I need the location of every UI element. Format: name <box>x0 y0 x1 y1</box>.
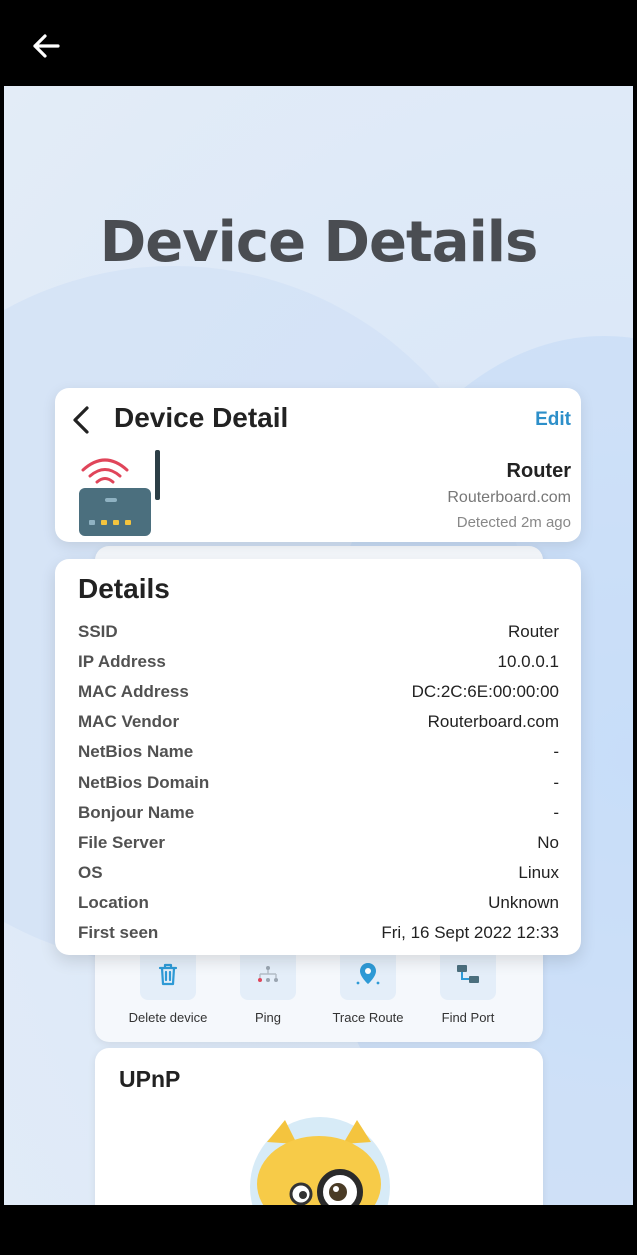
trace-route-button[interactable]: Trace Route <box>318 948 418 1025</box>
detail-row-ssid: SSID Router <box>78 617 559 647</box>
network-port-icon <box>440 948 496 1000</box>
detail-row-mac-vendor: MAC Vendor Routerboard.com <box>78 707 559 737</box>
detail-key: MAC Address <box>78 682 189 702</box>
detail-key: IP Address <box>78 652 166 672</box>
location-pin-icon <box>340 948 396 1000</box>
detail-value: No <box>537 832 559 852</box>
upnp-card: UPnP <box>95 1048 543 1205</box>
detail-row-netbios-name: NetBios Name - <box>78 737 559 767</box>
chevron-left-icon[interactable] <box>69 404 93 436</box>
trash-icon <box>140 948 196 1000</box>
ping-button[interactable]: Ping <box>218 948 318 1025</box>
bottom-bar <box>0 1205 637 1255</box>
find-port-button[interactable]: Find Port <box>418 948 518 1025</box>
detail-value: DC:2C:6E:00:00:00 <box>411 682 559 702</box>
action-label: Trace Route <box>332 1010 404 1025</box>
detail-key: Bonjour Name <box>78 802 195 822</box>
action-label: Ping <box>254 1010 282 1025</box>
upnp-title: UPnP <box>119 1066 181 1092</box>
ping-icon <box>240 948 296 1000</box>
detail-row-location: Location Unknown <box>78 888 559 918</box>
detail-key: First seen <box>78 922 159 942</box>
detail-key: NetBios Domain <box>78 772 210 792</box>
detail-row-file-server: File Server No <box>78 828 559 858</box>
detail-row-os: OS Linux <box>78 858 559 888</box>
details-card: Details SSID Router IP Address 10.0.0.1 MA… <box>55 559 581 955</box>
device-vendor: Routerboard.com <box>447 489 571 506</box>
detail-row-first-seen: First seen Fri, 16 Sept 2022 12:33 <box>78 918 559 948</box>
detail-value: Unknown <box>488 892 559 912</box>
detail-row-ip-address: IP Address 10.0.0.1 <box>78 647 559 677</box>
detail-key: OS <box>78 862 103 882</box>
detail-row-netbios-domain: NetBios Domain - <box>78 767 559 797</box>
detail-value: - <box>553 802 559 822</box>
detail-row-bonjour-name: Bonjour Name - <box>78 798 559 828</box>
detail-row-mac-address: MAC Address DC:2C:6E:00:00:00 <box>78 677 559 707</box>
top-app-bar <box>0 0 637 86</box>
action-label: Delete device <box>128 1010 208 1025</box>
mascot-cat-magnifier-illustration <box>250 1117 390 1205</box>
details-title: Details <box>78 573 170 604</box>
detail-value: Router <box>507 622 559 642</box>
detail-key: SSID <box>78 622 118 642</box>
device-header-card: Device Detail Edit Router Routerboard.co… <box>55 388 581 542</box>
detected-time: Detected 2m ago <box>456 514 571 531</box>
hero-title: Device Details <box>99 210 539 275</box>
details-list: SSID Router IP Address 10.0.0.1 MAC Addres… <box>78 617 559 948</box>
detail-key: File Server <box>78 832 165 852</box>
back-arrow-icon[interactable] <box>28 28 64 64</box>
detail-value: - <box>553 772 559 792</box>
detail-key: NetBios Name <box>78 742 194 762</box>
detail-value: Routerboard.com <box>427 712 559 732</box>
detail-value: 10.0.0.1 <box>497 652 559 672</box>
screenshot-stage: Device Details Delete device Ping Trace … <box>4 86 633 1205</box>
router-icon <box>79 450 160 536</box>
device-actions: Delete device Ping Trace Route Find Port <box>95 948 543 1038</box>
detail-value: Linux <box>518 862 559 882</box>
detail-key: Location <box>78 892 149 912</box>
detail-value: - <box>553 742 559 762</box>
delete-device-button[interactable]: Delete device <box>118 948 218 1025</box>
detail-value: Fri, 16 Sept 2022 12:33 <box>381 922 559 942</box>
action-label: Find Port <box>441 1010 495 1025</box>
edit-button[interactable]: Edit <box>535 409 571 431</box>
header-title: Device Detail <box>114 402 289 433</box>
detail-key: MAC Vendor <box>78 712 180 732</box>
device-name: Router <box>506 460 571 482</box>
